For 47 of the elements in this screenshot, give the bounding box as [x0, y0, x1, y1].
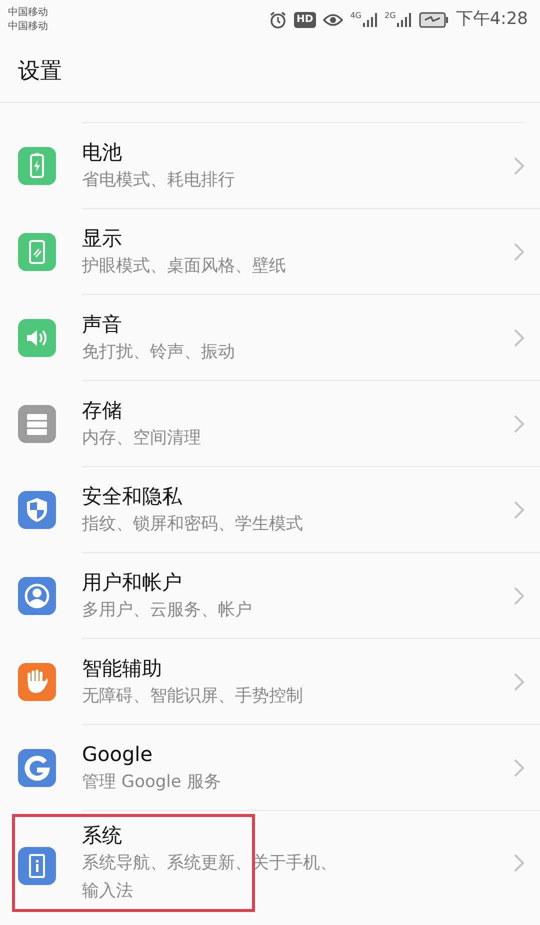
page-title: 设置	[18, 58, 62, 86]
chevron-icon	[513, 500, 525, 520]
row-title: 用户和帐户	[82, 568, 183, 596]
row-title: 电池	[82, 138, 123, 166]
row-subtitle: 输入法	[82, 880, 134, 903]
row-subtitle: 省电模式、耗电排行	[82, 168, 236, 192]
chevron-icon	[513, 758, 525, 778]
row-title: Google	[82, 740, 154, 768]
chevron-icon	[513, 414, 525, 434]
chevron-icon	[513, 328, 525, 348]
settings-row[interactable]: 声音 免打扰、铃声、振动	[0, 295, 540, 381]
row-title: 智能辅助	[82, 654, 163, 682]
row-subtitle: 管理 Google 服务	[82, 770, 222, 794]
settings-row[interactable]: 用户和帐户 多用户、云服务、帐户	[0, 553, 540, 639]
network-type: 2G	[384, 12, 396, 20]
row-title: 存储	[82, 396, 123, 424]
row-title: 显示	[82, 224, 123, 252]
signal-icon	[396, 12, 412, 28]
chevron-icon	[513, 853, 525, 873]
row-subtitle: 内存、空间清理	[82, 426, 202, 450]
row-subtitle: 指纹、锁屏和密码、学生模式	[82, 512, 304, 536]
chevron-icon	[513, 672, 525, 692]
row-title: 安全和隐私	[82, 482, 183, 510]
row-subtitle: 无障碍、智能识屏、手势控制	[82, 684, 304, 708]
settings-row[interactable]: 存储 内存、空间清理	[0, 381, 540, 467]
chevron-icon	[513, 156, 525, 176]
settings-row[interactable]: 电池 省电模式、耗电排行	[0, 123, 540, 209]
settings-row[interactable]: 显示 护眼模式、桌面风格、壁纸	[0, 209, 540, 295]
clock-time: 下午4:28	[456, 8, 528, 32]
chevron-icon	[513, 242, 525, 262]
settings-row[interactable]: Google 管理 Google 服务	[0, 725, 540, 811]
row-subtitle: 免打扰、铃声、振动	[82, 340, 236, 364]
hd-badge: HD	[294, 12, 316, 28]
carrier-name: 中国移动	[8, 6, 48, 20]
battery-icon	[418, 12, 449, 28]
settings-row[interactable]: 智能辅助 无障碍、智能识屏、手势控制	[0, 639, 540, 725]
settings-row[interactable]: 安全和隐私 指纹、锁屏和密码、学生模式	[0, 467, 540, 553]
row-title: 声音	[82, 310, 123, 338]
row-subtitle: 护眼模式、桌面风格、壁纸	[82, 254, 287, 278]
chevron-icon	[513, 586, 525, 606]
signal-icon	[362, 12, 378, 28]
row-title: 系统	[82, 822, 123, 849]
carrier-name: 中国移动	[8, 20, 48, 34]
network-type: 4G	[350, 12, 362, 20]
eye-icon	[323, 13, 344, 27]
alarm-icon	[268, 11, 287, 29]
row-subtitle: 多用户、云服务、帐户	[82, 598, 253, 622]
